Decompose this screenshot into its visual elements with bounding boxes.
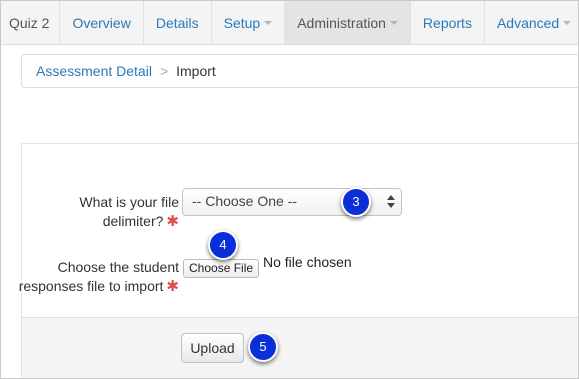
nav-tab-advanced[interactable]: Advanced <box>485 1 578 44</box>
nav-tab-label: Reports <box>422 14 472 31</box>
nav-tab-label: Advanced <box>496 14 560 31</box>
nav-tab-setup[interactable]: Setup <box>212 1 286 44</box>
caret-down-icon <box>389 20 398 25</box>
select-arrows-icon <box>387 195 395 209</box>
nav-tab-overview[interactable]: Overview <box>60 1 144 44</box>
breadcrumb-current: Import <box>176 63 216 79</box>
step-callout-4: 4 <box>208 230 238 260</box>
file-field-label: Choose the student responses file to imp… <box>13 258 179 296</box>
file-label-text: Choose the student responses file to imp… <box>18 259 179 294</box>
nav-tab-label: Details <box>155 14 199 31</box>
breadcrumb-link-assessment-detail[interactable]: Assessment Detail <box>36 63 152 79</box>
quiz-title: Quiz 2 <box>1 1 61 44</box>
nav-tab-administration[interactable]: Administration <box>285 1 411 44</box>
top-navigation: Quiz 2 Overview Details Setup Administra… <box>1 1 578 45</box>
choose-file-button[interactable]: Choose File <box>183 259 260 278</box>
required-asterisk-icon: ✱ <box>166 278 179 295</box>
caret-down-icon <box>563 20 572 25</box>
delimiter-field-label: What is your file delimiter? ✱ <box>41 193 179 231</box>
nav-tab-details[interactable]: Details <box>144 1 212 44</box>
step-callout-3: 3 <box>341 187 371 217</box>
step-callout-5: 5 <box>248 332 278 362</box>
app-window: Quiz 2 Overview Details Setup Administra… <box>0 0 579 379</box>
nav-tab-reports[interactable]: Reports <box>411 1 485 44</box>
file-status-text: No file chosen <box>263 254 352 270</box>
nav-tab-label: Administration <box>297 14 386 31</box>
breadcrumb-separator: > <box>159 63 169 79</box>
nav-tab-label: Overview <box>72 14 131 31</box>
caret-down-icon <box>264 20 273 25</box>
delimiter-select-value: -- Choose One -- <box>192 193 298 209</box>
upload-button[interactable]: Upload <box>181 333 244 363</box>
nav-tab-label: Setup <box>223 14 261 31</box>
delimiter-label-text: What is your file delimiter? <box>79 194 179 229</box>
form-actions-bar <box>21 317 578 378</box>
breadcrumb: Assessment Detail > Import <box>21 54 578 88</box>
required-asterisk-icon: ✱ <box>166 213 179 230</box>
